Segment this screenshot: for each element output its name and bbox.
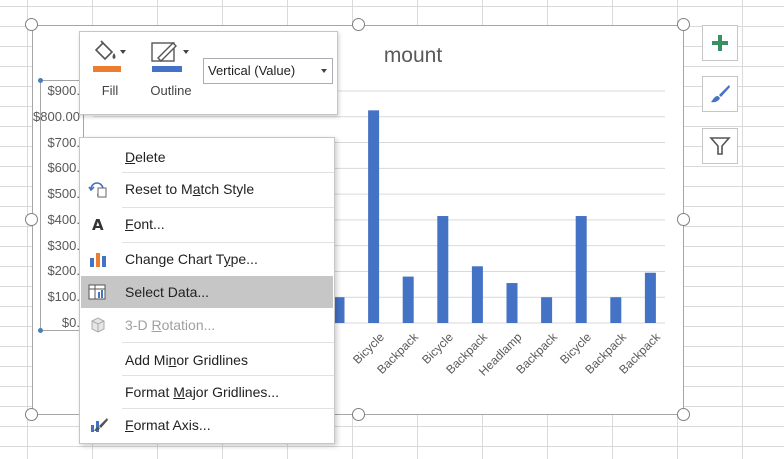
- bar[interactable]: [644, 272, 656, 323]
- bar[interactable]: [506, 283, 518, 323]
- menu-item-label: Select Data...: [125, 284, 210, 300]
- outline-label: Outline: [150, 83, 192, 98]
- bar[interactable]: [471, 266, 483, 323]
- menu-item-label: Delete: [125, 149, 166, 165]
- reset-style-icon: [87, 179, 109, 199]
- menu-change-chart-type-item[interactable]: Change Chart Type...: [81, 243, 333, 275]
- menu-delete-item[interactable]: Delete: [81, 141, 333, 173]
- bar[interactable]: [437, 216, 449, 323]
- menu-format-axis-item[interactable]: Format Axis...: [81, 409, 333, 441]
- chart-styles-brush-icon: [711, 85, 730, 103]
- format-axis-icon: [87, 415, 109, 435]
- y-tick-label: $200.: [47, 263, 80, 279]
- format-mini-toolbar: Fill Outline Vertical (Value): [79, 31, 338, 115]
- resize-handle-left[interactable]: [25, 213, 38, 226]
- y-tick-label: $600.: [47, 160, 80, 176]
- menu-font-item[interactable]: A Font...: [81, 208, 333, 240]
- menu-reset-to-match-style-item[interactable]: Reset to Match Style: [81, 173, 333, 205]
- resize-handle-top-left[interactable]: [25, 18, 38, 31]
- menu-item-label: Format Major Gridlines...: [125, 384, 280, 400]
- chart-filters-funnel-icon: [709, 137, 731, 155]
- menu-separator: [122, 375, 334, 376]
- chart-filters-button[interactable]: [702, 128, 738, 164]
- chart-type-icon: [87, 249, 109, 269]
- context-menu: Delete Reset to Match Style A Font... Change…: [79, 137, 335, 444]
- y-tick-label: $700.: [47, 134, 80, 150]
- y-tick-label: $900.: [47, 83, 80, 98]
- chart-elements-button[interactable]: [702, 25, 738, 61]
- axis-selection-handle[interactable]: [38, 328, 43, 333]
- bar[interactable]: [575, 216, 587, 323]
- menu-item-label: Reset to Match Style: [125, 181, 255, 197]
- menu-item-label: 3-D Rotation...: [125, 317, 216, 333]
- y-tick-label: $0.: [61, 315, 80, 330]
- chart-element-selector-value: Vertical (Value): [208, 63, 296, 78]
- bar[interactable]: [333, 297, 345, 323]
- select-data-icon: [87, 282, 109, 302]
- outline-pen-icon: [151, 42, 189, 72]
- font-icon: A: [87, 214, 109, 234]
- resize-handle-bottom-right[interactable]: [677, 408, 690, 421]
- chart-elements-plus-icon: [712, 35, 728, 51]
- menu-item-label: Change Chart Type...: [125, 251, 258, 267]
- menu-separator: [122, 242, 334, 243]
- svg-text:A: A: [92, 216, 104, 233]
- menu-select-data-item[interactable]: Select Data...: [81, 276, 333, 308]
- resize-handle-right[interactable]: [677, 213, 690, 226]
- menu-item-label: Add Minor Gridlines: [125, 352, 248, 368]
- y-tick-label: $500.: [47, 186, 80, 202]
- resize-handle-top[interactable]: [352, 18, 365, 31]
- bar[interactable]: [368, 110, 380, 323]
- resize-handle-top-right[interactable]: [677, 18, 690, 31]
- cube-icon: [87, 315, 109, 335]
- y-tick-label: $100.: [47, 289, 80, 305]
- y-tick-label: $400.: [47, 211, 80, 227]
- bar[interactable]: [541, 297, 553, 323]
- fill-label: Fill: [101, 83, 119, 98]
- axis-selection-handle[interactable]: [38, 78, 43, 83]
- outline-color-swatch: [152, 66, 182, 72]
- chart-element-selector[interactable]: Vertical (Value): [203, 58, 333, 84]
- outline-button[interactable]: Outline: [139, 38, 203, 108]
- menu-separator: [122, 172, 334, 173]
- menu-item-label: Format Axis...: [125, 417, 211, 433]
- resize-handle-bottom[interactable]: [352, 408, 365, 421]
- chart-styles-button[interactable]: [702, 76, 738, 112]
- fill-color-swatch: [93, 66, 121, 72]
- bar[interactable]: [402, 276, 414, 323]
- chevron-down-icon: [321, 69, 327, 73]
- menu-format-major-gridlines-item[interactable]: Format Major Gridlines...: [81, 376, 333, 408]
- y-tick-label: $300.: [47, 237, 80, 253]
- menu-item-label: Font...: [125, 216, 165, 232]
- menu-separator: [122, 342, 334, 343]
- resize-handle-bottom-left[interactable]: [25, 408, 38, 421]
- vertical-axis[interactable]: $0. $100. $200. $300. $400. $500. $600. $700. $8…: [33, 78, 84, 333]
- y-tick-label: $800.00: [33, 108, 80, 124]
- menu-3d-rotation-item: 3-D Rotation...: [81, 309, 333, 341]
- fill-button[interactable]: Fill: [86, 38, 134, 108]
- menu-add-minor-gridlines-item[interactable]: Add Minor Gridlines: [81, 344, 333, 376]
- menu-separator: [122, 408, 334, 409]
- menu-separator: [122, 207, 334, 208]
- paint-bucket-icon: [93, 40, 126, 72]
- bar[interactable]: [610, 297, 622, 323]
